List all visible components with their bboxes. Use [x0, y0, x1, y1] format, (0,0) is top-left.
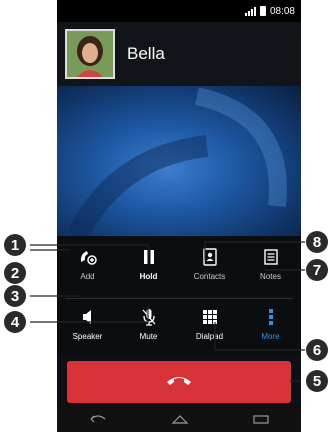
hold-label: Hold [139, 272, 158, 281]
notes-label: Notes [260, 272, 281, 281]
notes-button[interactable]: Notes [240, 244, 301, 294]
end-call-icon [166, 373, 192, 391]
add-label: Add [80, 272, 95, 281]
callout-1: 1 [4, 234, 26, 256]
end-call-button[interactable] [67, 361, 291, 403]
contacts-label: Contacts [193, 272, 226, 281]
speaker-button[interactable]: Speaker [57, 304, 118, 354]
add-call-button[interactable]: Add [57, 244, 118, 294]
mute-button[interactable]: Mute [118, 304, 179, 354]
dialpad-icon [202, 304, 218, 330]
home-icon[interactable] [171, 411, 189, 429]
pause-icon [143, 244, 155, 270]
contacts-icon [202, 244, 218, 270]
caller-header: Bella [57, 22, 301, 86]
recents-icon[interactable] [252, 411, 270, 429]
speaker-icon [81, 304, 95, 330]
callout-8: 8 [306, 231, 328, 253]
status-time: 08:08 [269, 5, 295, 17]
call-controls: Add Hold Contacts Notes Speaker Mute Dia… [57, 236, 301, 356]
phone-screen: 08:08 Bella Add Hold Contacts Notes Spea… [57, 0, 301, 432]
navigation-bar [57, 408, 301, 432]
back-icon[interactable] [88, 411, 108, 429]
signal-icon [244, 6, 256, 16]
hold-button[interactable]: Hold [118, 244, 179, 294]
callout-3: 3 [4, 285, 26, 307]
call-wallpaper [57, 86, 301, 236]
dialpad-button[interactable]: Dialpad [179, 304, 240, 354]
callout-2: 2 [4, 262, 26, 284]
caller-name: Bella [127, 44, 165, 63]
callout-5: 5 [306, 370, 328, 392]
more-vertical-icon [268, 304, 274, 330]
callout-6: 6 [306, 339, 328, 361]
dialpad-label: Dialpad [195, 332, 224, 341]
speaker-label: Speaker [72, 332, 103, 341]
caller-avatar [65, 29, 115, 79]
callout-4: 4 [4, 311, 26, 333]
add-call-icon [78, 244, 98, 270]
status-bar: 08:08 [57, 0, 301, 22]
contacts-button[interactable]: Contacts [179, 244, 240, 294]
battery-icon [259, 6, 266, 16]
mute-label: Mute [139, 332, 158, 341]
callout-7: 7 [306, 259, 328, 281]
controls-divider [65, 298, 293, 299]
more-button[interactable]: More [240, 304, 301, 354]
notes-icon [263, 244, 278, 270]
more-label: More [261, 332, 280, 341]
microphone-mute-icon [141, 304, 157, 330]
